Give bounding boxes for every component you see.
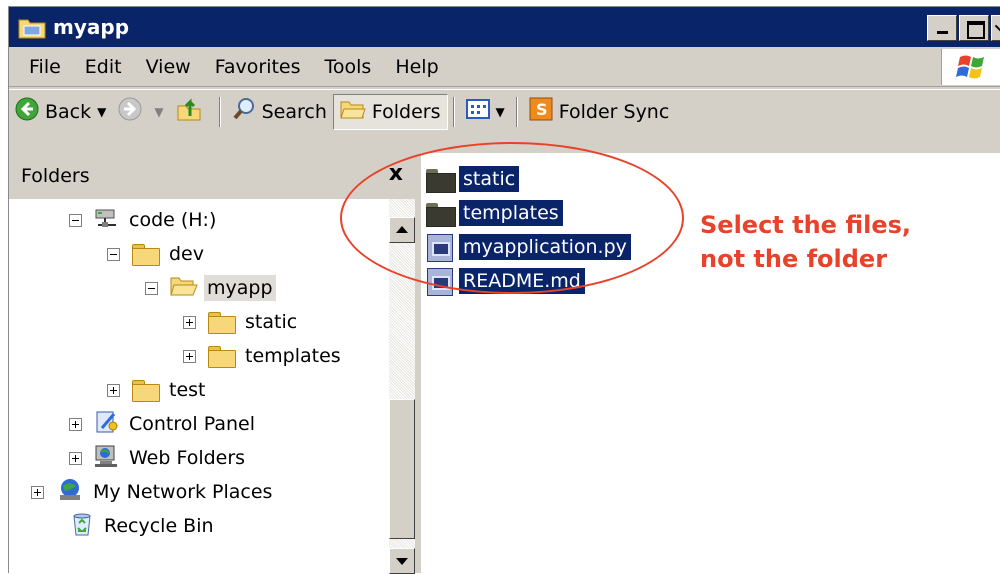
folder-sync-icon: S (529, 97, 553, 126)
minimize-button[interactable] (927, 15, 957, 41)
tree-label: Control Panel (129, 413, 255, 435)
menu-bar: File Edit View Favorites Tools Help (9, 47, 1000, 87)
tree-label: static (245, 311, 298, 333)
back-label: Back (45, 100, 92, 123)
recycle-bin-icon (69, 511, 95, 542)
window-title: myapp (53, 15, 130, 39)
title-bar[interactable]: myapp (9, 7, 1000, 47)
tree-label: dev (169, 243, 204, 265)
tree-label: templates (245, 345, 341, 367)
toolbar: Back ▼ ▼ Search Folders ▼ S Folder Sync (9, 89, 1000, 133)
back-dropdown-icon[interactable]: ▼ (97, 105, 106, 119)
tree-item-web-folders[interactable]: Web Folders (69, 443, 248, 473)
tree-label: Web Folders (129, 447, 246, 469)
forward-button[interactable]: ▼ (112, 94, 169, 130)
network-drive-icon (94, 207, 120, 234)
folders-icon (340, 98, 366, 125)
folder-icon (132, 380, 160, 402)
folder-sync-label: Folder Sync (558, 100, 670, 123)
tree-label: myapp (204, 275, 276, 301)
close-button[interactable] (991, 15, 1000, 41)
tree-item-control-panel[interactable]: Control Panel (69, 409, 258, 439)
folders-pane-title: Folders (21, 165, 90, 187)
folder-sync-button[interactable]: S Folder Sync (523, 94, 676, 130)
folder-open-icon (170, 275, 198, 302)
folder-icon (208, 346, 236, 368)
expand-icon[interactable] (69, 451, 82, 465)
views-button[interactable]: ▼ (460, 94, 511, 130)
scroll-thumb[interactable] (389, 399, 415, 539)
expand-icon[interactable] (183, 315, 196, 329)
menu-help[interactable]: Help (383, 56, 450, 78)
menu-view[interactable]: View (134, 56, 203, 78)
tree-item-code[interactable]: code (H:) (69, 205, 219, 235)
tree-item-static[interactable]: static (183, 307, 300, 337)
folders-button[interactable]: Folders (332, 93, 448, 130)
folder-tree: code (H:) dev myapp static templates tes… (9, 199, 389, 574)
tree-item-my-network-places[interactable]: My Network Places (31, 477, 275, 507)
search-label: Search (261, 100, 327, 123)
toolbar-separator (515, 96, 518, 127)
toolbar-separator (452, 96, 455, 127)
collapse-icon[interactable] (69, 213, 82, 227)
menu-file[interactable]: File (9, 56, 73, 78)
folders-label: Folders (371, 100, 441, 123)
maximize-button[interactable] (959, 15, 989, 41)
folder-icon (17, 14, 47, 40)
search-icon (232, 97, 256, 126)
expand-icon[interactable] (107, 383, 120, 397)
network-places-icon (56, 478, 84, 507)
folder-icon (132, 244, 160, 266)
tree-label: code (H:) (129, 209, 217, 231)
toolbar-separator (218, 96, 221, 127)
menu-tools[interactable]: Tools (313, 56, 384, 78)
collapse-icon[interactable] (107, 247, 120, 261)
control-panel-icon (94, 410, 120, 439)
windows-logo-icon (941, 49, 1000, 85)
forward-dropdown-icon[interactable]: ▼ (154, 105, 163, 119)
tree-item-templates[interactable]: templates (183, 341, 344, 371)
expand-icon[interactable] (31, 485, 44, 499)
svg-text:S: S (536, 100, 548, 119)
annotation-line-1: Select the files, (700, 211, 912, 239)
forward-arrow-icon (118, 97, 142, 126)
search-button[interactable]: Search (226, 94, 333, 130)
annotation-ellipse (340, 142, 684, 294)
web-folders-icon (94, 444, 120, 473)
expand-icon[interactable] (183, 349, 196, 363)
menu-favorites[interactable]: Favorites (203, 56, 313, 78)
tree-item-test[interactable]: test (107, 375, 209, 405)
tree-item-recycle-bin[interactable]: Recycle Bin (69, 511, 217, 541)
tree-label: My Network Places (93, 481, 273, 503)
up-folder-icon (176, 96, 202, 127)
annotation-line-2: not the folder (700, 245, 888, 273)
expand-icon[interactable] (69, 417, 82, 431)
back-button[interactable]: Back ▼ (9, 94, 112, 130)
views-dropdown-icon[interactable]: ▼ (496, 105, 505, 119)
views-icon (465, 99, 490, 124)
collapse-icon[interactable] (145, 281, 158, 295)
tree-item-myapp[interactable]: myapp (145, 273, 276, 303)
up-folder-button[interactable] (170, 94, 214, 130)
folder-icon (208, 312, 236, 334)
annotation-text: Select the files, not the folder (700, 208, 911, 276)
scroll-down-button[interactable] (389, 548, 415, 574)
tree-label: Recycle Bin (104, 515, 214, 537)
back-arrow-icon (15, 97, 39, 126)
tree-item-dev[interactable]: dev (107, 239, 207, 269)
tree-label: test (169, 379, 206, 401)
menu-edit[interactable]: Edit (73, 56, 134, 78)
